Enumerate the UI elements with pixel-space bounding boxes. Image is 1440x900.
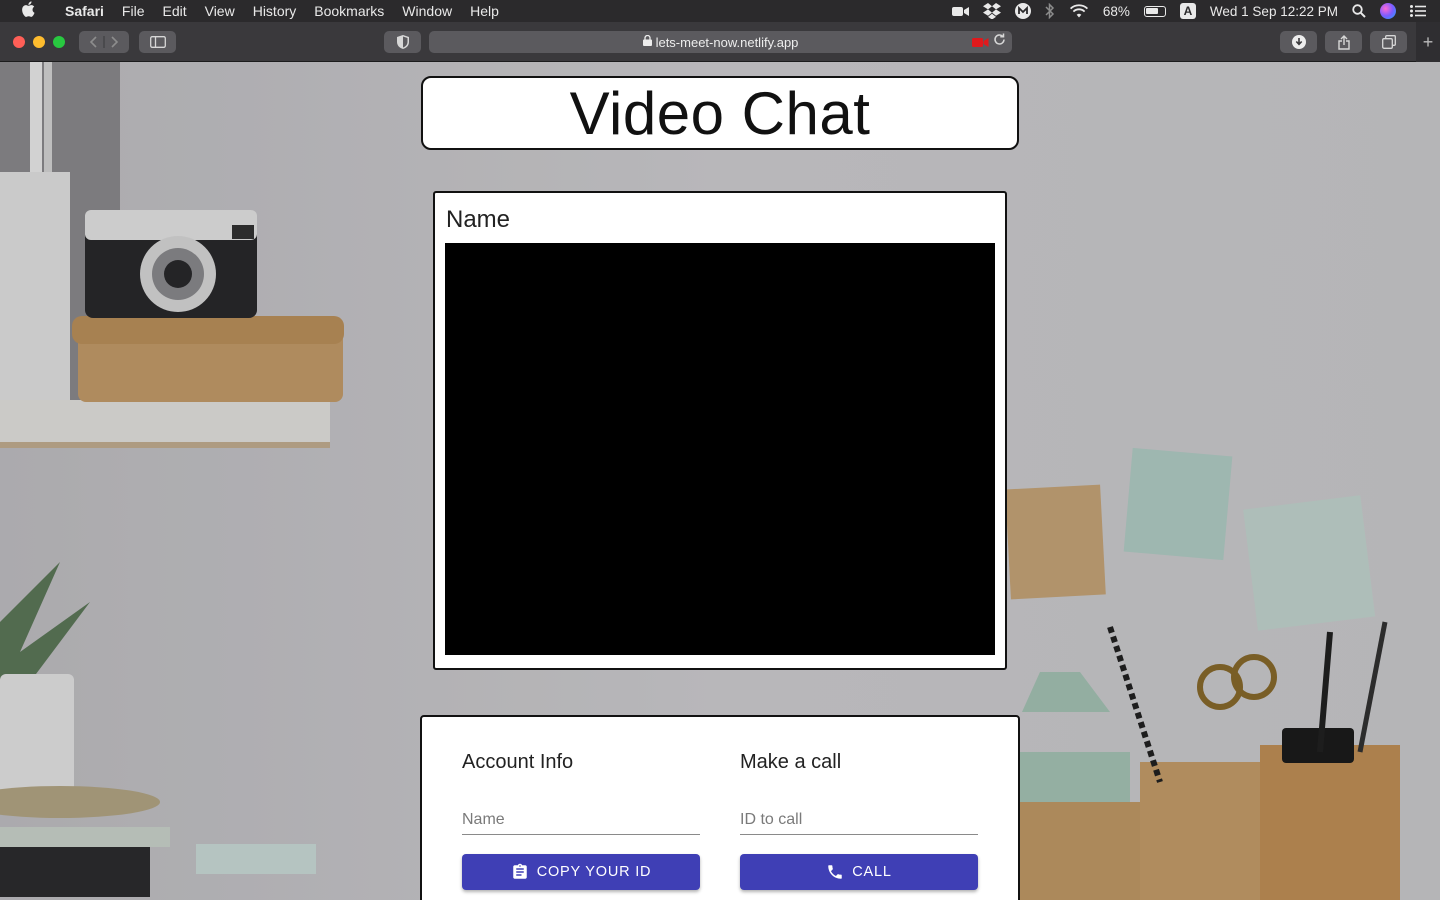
battery-percent[interactable]: 68% xyxy=(1103,4,1130,19)
title-card: Video Chat xyxy=(421,76,1019,150)
new-tab-button[interactable]: + xyxy=(1416,22,1440,62)
macos-menu-bar: Safari File Edit View History Bookmarks … xyxy=(0,0,1440,22)
video-card: Name xyxy=(433,191,1007,670)
downloads-icon[interactable] xyxy=(1280,31,1317,53)
make-call-heading: Make a call xyxy=(740,751,842,773)
call-button[interactable]: CALL xyxy=(740,854,978,890)
battery-icon[interactable] xyxy=(1143,5,1166,17)
menu-edit[interactable]: Edit xyxy=(153,0,195,22)
clipboard-icon xyxy=(512,863,527,879)
video-camera-icon[interactable] xyxy=(951,6,969,17)
address-bar[interactable]: lets-meet-now.netlify.app xyxy=(429,31,1012,53)
video-name-label: Name xyxy=(446,206,511,233)
bluetooth-icon[interactable] xyxy=(1045,3,1055,19)
malwarebytes-icon[interactable] xyxy=(1014,3,1031,19)
camera-recording-icon[interactable] xyxy=(972,36,989,47)
menu-file[interactable]: File xyxy=(113,0,154,22)
wifi-icon[interactable] xyxy=(1069,4,1089,18)
name-input[interactable] xyxy=(462,805,700,835)
account-info-heading: Account Info xyxy=(462,751,574,773)
window-controls xyxy=(0,35,65,48)
sidebar-toggle-icon[interactable] xyxy=(139,31,176,53)
privacy-shield-icon[interactable] xyxy=(384,31,421,53)
dropbox-icon[interactable] xyxy=(982,3,1001,19)
menu-help[interactable]: Help xyxy=(461,0,508,22)
menu-window[interactable]: Window xyxy=(393,0,461,22)
url-text: lets-meet-now.netlify.app xyxy=(655,34,799,50)
apple-menu-icon[interactable] xyxy=(0,1,56,21)
menu-view[interactable]: View xyxy=(196,0,244,22)
tab-overview-icon[interactable] xyxy=(1370,31,1407,53)
video-player[interactable] xyxy=(445,243,995,655)
call-label: CALL xyxy=(852,864,892,880)
id-to-call-input[interactable] xyxy=(740,805,978,835)
close-window-button[interactable] xyxy=(13,35,25,48)
copy-id-label: COPY YOUR ID xyxy=(536,864,652,880)
lock-icon xyxy=(642,34,652,49)
menu-app-name[interactable]: Safari xyxy=(56,0,113,22)
menu-bookmarks[interactable]: Bookmarks xyxy=(305,0,393,22)
phone-icon xyxy=(828,865,842,879)
status-area: 68% A Wed 1 Sep 12:22 PM xyxy=(951,3,1440,19)
spotlight-search-icon[interactable] xyxy=(1352,4,1366,18)
page-title: Video Chat xyxy=(569,79,871,147)
menu-history[interactable]: History xyxy=(244,0,306,22)
share-icon[interactable] xyxy=(1325,31,1362,53)
controls-panel: Account Info COPY YOUR ID Make a call CA… xyxy=(420,715,1020,900)
web-page: Video Chat Name Account Info COPY YOUR I… xyxy=(0,62,1440,900)
reload-icon[interactable] xyxy=(993,33,1006,49)
copy-id-button[interactable]: COPY YOUR ID xyxy=(462,854,700,890)
minimize-window-button[interactable] xyxy=(33,35,45,48)
browser-toolbar: lets-meet-now.netlify.app + xyxy=(0,22,1440,62)
input-source-icon[interactable]: A xyxy=(1179,3,1196,19)
notification-center-icon[interactable] xyxy=(1410,5,1426,17)
date-time[interactable]: Wed 1 Sep 12:22 PM xyxy=(1210,4,1338,19)
zoom-window-button[interactable] xyxy=(53,35,65,48)
back-forward-buttons[interactable] xyxy=(79,31,129,53)
siri-icon[interactable] xyxy=(1380,3,1396,19)
